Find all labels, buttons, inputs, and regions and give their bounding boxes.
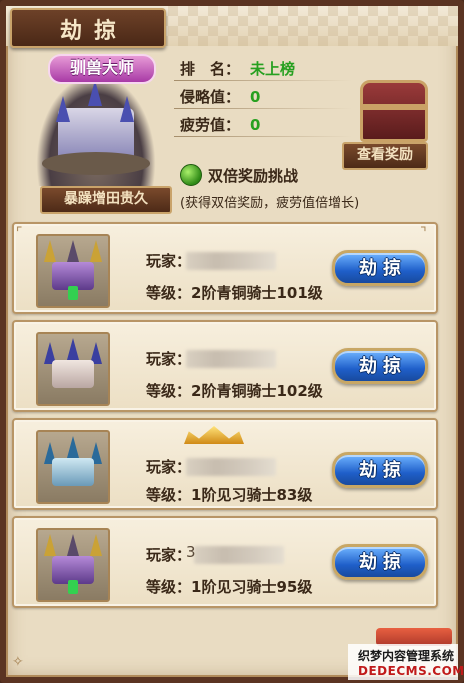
target-castle-image [36, 234, 110, 308]
fatigue-value: 0 [250, 116, 261, 134]
level-value: 1阶见习骑士95级 [191, 578, 313, 596]
rank-value: 未上榜 [250, 60, 296, 78]
double-reward-toggle[interactable] [180, 164, 202, 186]
title-badge: 驯兽大师 [48, 54, 156, 84]
level-value: 2阶青铜骑士101级 [191, 284, 323, 302]
loot-button[interactable]: 劫掠 [332, 544, 428, 580]
double-reward-label: 双倍奖励挑战 [208, 167, 299, 185]
player-name: 暴躁增田贵久 [40, 186, 172, 214]
target-card: 玩家： 等级：2阶青铜骑士102级 劫掠 [12, 320, 438, 412]
level-label: 等级： [146, 578, 192, 596]
loot-button[interactable]: 劫掠 [332, 348, 428, 384]
level-label: 等级： [146, 486, 192, 504]
level-row: 等级：1阶见习骑士95级 [146, 576, 312, 597]
level-value: 2阶青铜骑士102级 [191, 382, 323, 400]
watermark-line1: 织梦内容管理系统 [358, 649, 455, 663]
player-label: 玩家： [146, 350, 192, 368]
aggression-row: 侵略值： 0 [180, 86, 260, 107]
crown-icon [184, 426, 244, 444]
level-row: 等级：2阶青铜骑士101级 [146, 282, 323, 303]
player-name-partial: 3 [186, 543, 196, 561]
title-tab: 劫掠 [10, 8, 166, 48]
aggression-value: 0 [250, 88, 261, 106]
player-name-blurred [194, 546, 284, 564]
target-card: 玩家： 等级：1阶见习骑士83级 劫掠 [12, 418, 438, 510]
loot-button[interactable]: 劫掠 [332, 452, 428, 488]
player-name-blurred [186, 252, 276, 270]
loot-button[interactable]: 劫掠 [332, 250, 428, 286]
target-card: 玩家： 等级：2阶青铜骑士101级 劫掠 ⌜ ⌝ [12, 222, 438, 314]
aggression-label: 侵略值： [180, 88, 241, 106]
home-castle-image [36, 74, 156, 186]
player-profile: 驯兽大师 暴躁增田贵久 排 名： 未上榜 侵略值： 0 疲劳值： 0 查看奖励 双倍奖… [12, 48, 452, 214]
player-label: 玩家： [146, 546, 192, 564]
level-value: 1阶见习骑士83级 [191, 486, 313, 504]
player-name-blurred [186, 458, 276, 476]
level-row: 等级：1阶见习骑士83级 [146, 484, 312, 505]
level-row: 等级：2阶青铜骑士102级 [146, 380, 323, 401]
target-castle-image [36, 528, 110, 602]
corner-ornament-icon: ✧ [12, 654, 24, 670]
view-rewards-button[interactable]: 查看奖励 [342, 142, 428, 170]
target-castle-image [36, 430, 110, 504]
level-label: 等级： [146, 382, 192, 400]
player-name-blurred [186, 350, 276, 368]
player-label: 玩家： [146, 252, 192, 270]
player-label: 玩家： [146, 458, 192, 476]
watermark-line2: DEDECMS.COM [358, 664, 464, 678]
double-reward-hint: (获得双倍奖励，疲劳值倍增长) [180, 196, 360, 211]
page-title: 劫掠 [59, 18, 128, 44]
target-card: 玩家： 3 等级：1阶见习骑士95级 劫掠 [12, 516, 438, 608]
target-castle-image [36, 332, 110, 406]
rank-label: 排 名： [180, 60, 241, 78]
loot-panel: 劫掠 驯兽大师 暴躁增田贵久 排 名： 未上榜 侵略值： 0 疲劳值： 0 查看奖励 … [0, 0, 464, 683]
rank-row: 排 名： 未上榜 [180, 58, 295, 79]
fatigue-label: 疲劳值： [180, 116, 241, 134]
fatigue-row: 疲劳值： 0 [180, 114, 260, 135]
header-pattern [158, 6, 458, 46]
level-label: 等级： [146, 284, 192, 302]
